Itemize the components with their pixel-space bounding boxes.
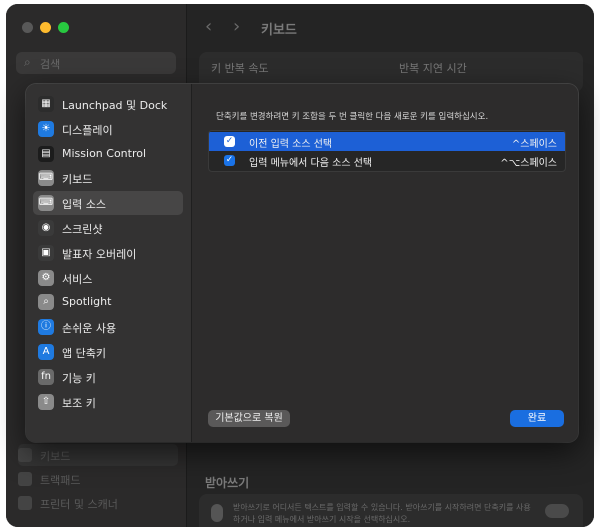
category-item[interactable]: ⓘ 손쉬운 사용 [33,315,183,339]
spotlight-icon: ⌕ [38,294,54,311]
dictation-toggle[interactable] [545,504,569,518]
category-label: Mission Control [62,146,147,160]
category-item[interactable]: ⌨ 키보드 [33,166,183,190]
dictation-description: 받아쓰기로 어디서든 텍스트를 입력할 수 있습니다. 받아쓰기를 시작하려면 … [233,503,531,524]
sidebar-item-label: 트랙패드 [40,474,81,487]
app-shortcuts-icon: A [38,344,54,360]
minimize-window-button[interactable] [40,22,51,33]
category-label: 기능 키 [62,371,96,385]
category-item[interactable]: ⌨ 입력 소스 [33,191,183,216]
shortcut-name: 이전 입력 소스 선택 [249,139,333,150]
category-item[interactable]: A 앱 단축키 [33,340,183,364]
input-sources-icon: ⌨ [38,195,54,212]
category-item[interactable]: fn 기능 키 [33,365,183,389]
shortcut-checkbox[interactable]: ✓ [224,155,235,166]
category-label: 입력 소스 [62,198,106,212]
search-field[interactable]: ⌕ 검색 [16,52,176,74]
category-label: Launchpad 및 Dock [62,99,168,112]
category-label: 보조 키 [62,396,96,410]
shortcut-detail-pane: 단축키를 변경하려면 키 조합을 두 번 클릭한 다음 새로운 키를 입력하십시… [192,84,578,442]
services-icon: ⚙ [38,269,54,286]
back-icon[interactable]: ‹ [205,16,212,37]
category-item[interactable]: ▤ Mission Control [33,142,183,166]
keyboard-icon: ⌨ [38,170,54,187]
category-label: 스크린샷 [62,223,103,236]
sidebar-item-keyboard[interactable]: 키보드 [18,444,178,466]
category-label: 키보드 [62,173,93,187]
dictation-card: 받아쓰기로 어디서든 텍스트를 입력할 수 있습니다. 받아쓰기를 시작하려면 … [199,494,583,527]
sidebar-item-label: 키보드 [40,450,71,463]
dictation-heading: 받아쓰기 [205,476,250,490]
microphone-icon [211,504,223,522]
repeat-delay-label: 반복 지연 시간 [399,62,467,75]
category-label: 앱 단축키 [62,347,106,360]
category-item[interactable]: ⚙ 서비스 [33,266,183,290]
search-icon: ⌕ [24,55,31,69]
screenshot-icon: ◉ [38,220,54,236]
presenter-overlay-icon: ▣ [38,244,54,261]
toolbar: ‹ › 키보드 [187,4,594,50]
function-keys-icon: fn [38,368,54,385]
category-item[interactable]: ◉ 스크린샷 [33,216,183,240]
category-label: Spotlight [62,295,112,309]
launchpad-icon: ▦ [38,96,54,112]
page-title: 키보드 [261,23,297,38]
shortcut-key[interactable]: ^스페이스 [512,135,557,150]
category-item[interactable]: ▣ 발표자 오버레이 [33,241,183,265]
sidebar-item-printers[interactable]: 프린터 및 스캐너 [18,492,178,514]
close-window-button[interactable] [22,22,33,33]
category-label: 디스플레이 [62,123,113,137]
shortcut-key[interactable]: ^⌥스페이스 [500,154,557,169]
key-repeat-label: 키 반복 속도 [211,62,269,75]
shortcut-table: ✓ 이전 입력 소스 선택 ^스페이스 ✓ 입력 메뉴에서 다음 소스 선택 ^⌥스페이스 [208,130,566,172]
accessibility-icon: ⓘ [38,319,54,336]
modifier-keys-icon: ⇧ [38,393,54,410]
shortcut-row[interactable]: ✓ 입력 메뉴에서 다음 소스 선택 ^⌥스페이스 [209,151,565,170]
mission-control-icon: ▤ [38,145,54,162]
restore-defaults-button[interactable]: 기본값으로 복원 [208,410,290,427]
category-item[interactable]: ⇧ 보조 키 [33,390,183,414]
instruction-text: 단축키를 변경하려면 키 조합을 두 번 클릭한 다음 새로운 키를 입력하십시… [216,112,489,122]
category-item[interactable]: ⌕ Spotlight [33,290,183,314]
done-button[interactable]: 완료 [510,410,564,427]
category-label: 손쉬운 사용 [62,322,117,336]
sidebar-item-trackpad[interactable]: 트랙패드 [18,468,178,490]
shortcut-row[interactable]: ✓ 이전 입력 소스 선택 ^스페이스 [209,132,565,151]
category-item[interactable]: ▦ Launchpad 및 Dock [33,92,183,116]
shortcut-checkbox[interactable]: ✓ [224,136,235,147]
keyboard-shortcuts-sheet: ▦ Launchpad 및 Dock ☀ 디스플레이 ▤ Mission Control ⌨… [26,84,578,442]
sidebar-item-label: 프린터 및 스캐너 [40,498,118,511]
display-icon: ☀ [38,120,54,137]
category-item[interactable]: ☀ 디스플레이 [33,117,183,141]
search-placeholder: 검색 [40,58,61,71]
printer-icon [18,496,32,510]
category-label: 서비스 [62,272,93,286]
zoom-window-button[interactable] [58,22,69,33]
trackpad-icon [18,472,32,486]
shortcut-category-list: ▦ Launchpad 및 Dock ☀ 디스플레이 ▤ Mission Control ⌨… [26,84,192,442]
shortcut-name: 입력 메뉴에서 다음 소스 선택 [249,158,373,169]
keyboard-icon [18,448,32,462]
forward-icon[interactable]: › [233,16,240,37]
screenshot-frame: ⌕ 검색 키보드 트랙패드 프린터 및 스캐너 ‹ › 키보드 키 반복 속도 … [0,0,600,531]
category-label: 발표자 오버레이 [62,247,137,261]
